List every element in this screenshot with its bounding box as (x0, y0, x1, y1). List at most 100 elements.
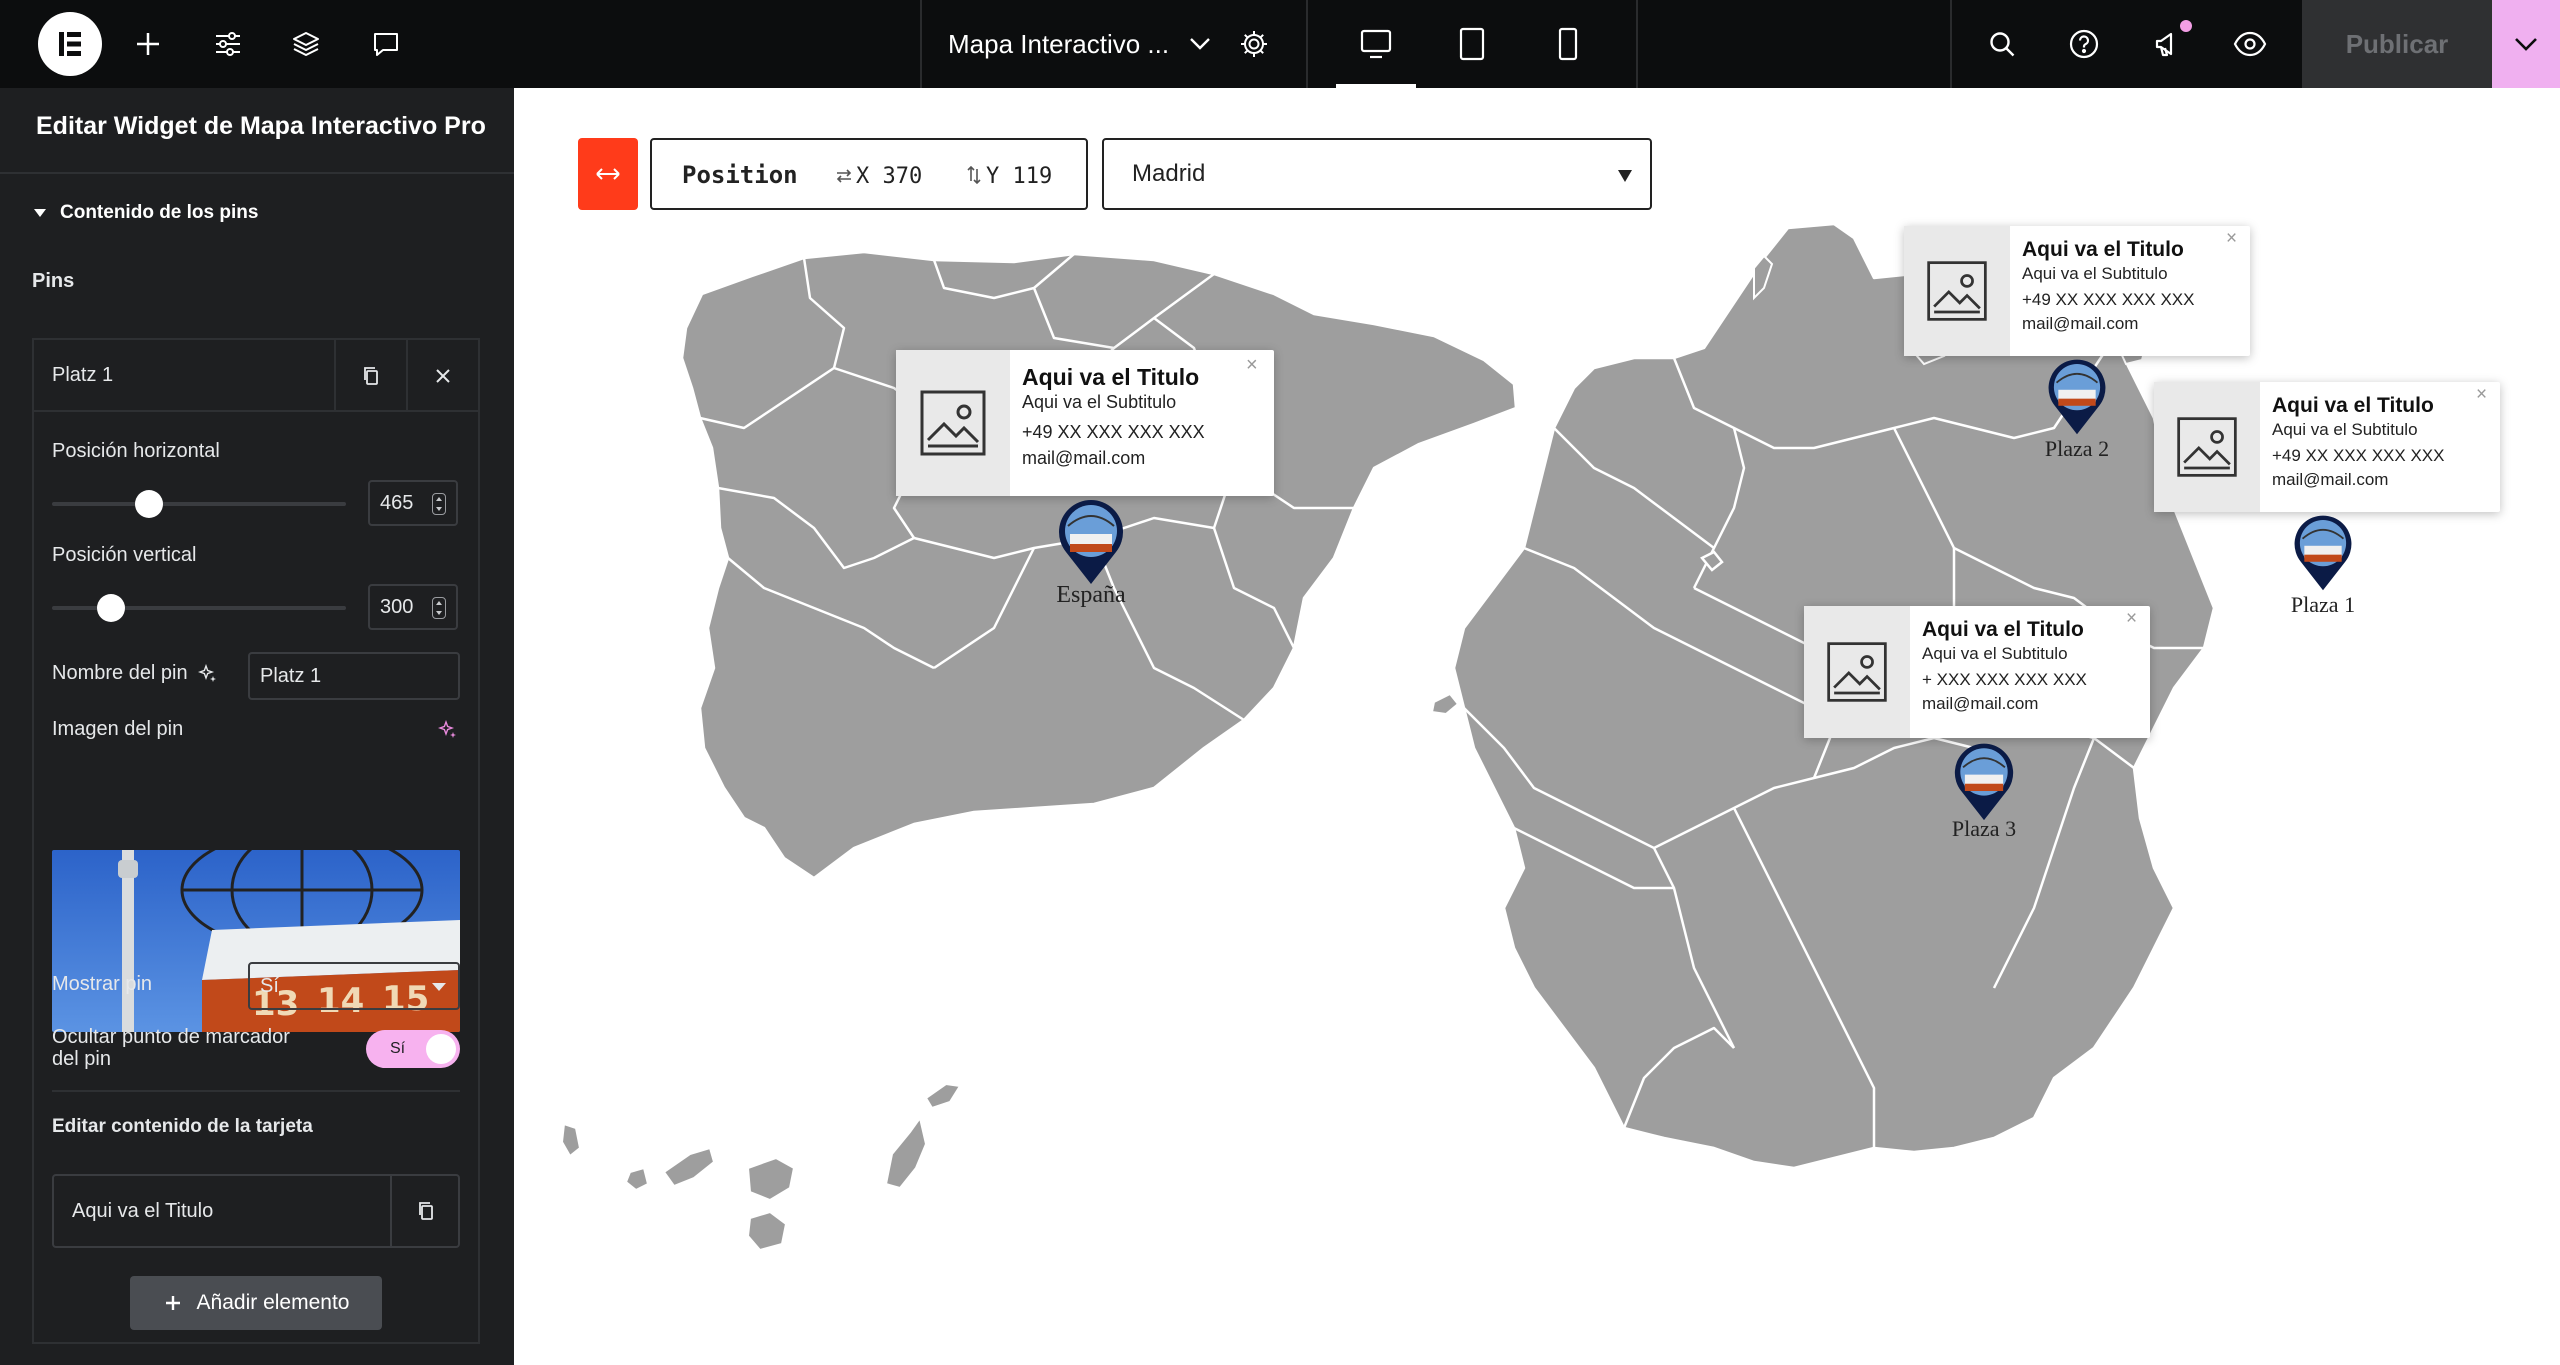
pin-label: Plaza 3 (1951, 816, 2017, 841)
duplicate-icon[interactable] (390, 1176, 460, 1246)
ai-sparkle-icon[interactable] (438, 720, 458, 740)
map-pin-marker[interactable] (2290, 512, 2356, 597)
map-region-canarias[interactable] (560, 1082, 962, 1252)
info-card[interactable]: Aqui va el Titulo Aqui va el Subtitulo +… (2154, 382, 2500, 512)
horizontal-position-label: Posición horizontal (52, 440, 220, 462)
comment-icon[interactable] (364, 0, 408, 88)
info-card[interactable]: Aqui va el Titulo Aqui va el Subtitulo +… (896, 350, 1274, 496)
publish-button[interactable]: Publicar (2302, 0, 2492, 88)
help-icon[interactable] (2062, 0, 2106, 88)
show-pin-value: Sí (260, 974, 279, 997)
hide-marker-label: Ocultar punto de marcador del pin (52, 1026, 290, 1070)
layers-icon[interactable] (284, 0, 328, 88)
desktop-icon[interactable] (1328, 0, 1424, 88)
plus-icon[interactable] (126, 0, 170, 88)
chevron-down-icon (1190, 38, 1210, 50)
top-bar: Mapa Interactivo ... Publicar (0, 0, 2560, 88)
vertical-position-label: Posición vertical (52, 544, 197, 566)
chevron-down-icon (2515, 38, 2537, 51)
toggle-knob (426, 1034, 456, 1064)
horizontal-position-slider[interactable] (52, 502, 346, 506)
card-content-title: Editar contenido de la tarjeta (52, 1116, 313, 1137)
card-email: mail@mail.com (2022, 314, 2139, 333)
close-icon[interactable]: × (2476, 384, 2487, 406)
elementor-logo-icon[interactable] (38, 12, 102, 76)
card-subtitle: Aqui va el Subtitulo (1922, 644, 2068, 663)
divider (920, 0, 922, 88)
vertical-position-value: 300 (380, 595, 414, 618)
hide-marker-toggle[interactable]: Sí (366, 1030, 460, 1068)
close-icon[interactable]: × (2226, 228, 2237, 250)
plus-icon (165, 1296, 180, 1310)
card-phone: +49 XX XXX XXX XXX (2272, 446, 2445, 465)
pin-label: España (1056, 582, 1126, 608)
image-placeholder-icon (896, 350, 1010, 496)
map-pin-icon (1059, 500, 1123, 584)
divider (1306, 0, 1308, 88)
pins-label: Pins (32, 270, 75, 292)
mobile-icon[interactable] (1520, 0, 1616, 88)
divider (1636, 0, 1638, 88)
ai-sparkle-icon[interactable] (198, 664, 218, 684)
card-subtitle: Aqui va el Subtitulo (2272, 420, 2418, 439)
horizontal-position-input[interactable]: 465 (368, 480, 458, 526)
info-card[interactable]: Aqui va el Titulo Aqui va el Subtitulo +… (1804, 606, 2150, 738)
repeater-item-title: Platz 1 (52, 364, 114, 386)
card-email: mail@mail.com (2272, 470, 2389, 489)
document-title-text: Mapa Interactivo ... (948, 28, 1170, 59)
map-pin-marker[interactable] (1054, 496, 1128, 591)
map-pin-marker[interactable] (1950, 740, 2018, 827)
megaphone-icon[interactable] (2146, 0, 2190, 88)
add-element-button[interactable]: Añadir elemento (130, 1276, 382, 1330)
close-icon[interactable]: × (2126, 608, 2137, 630)
pin-label: Plaza 1 (2290, 592, 2356, 617)
add-element-label: Añadir elemento (196, 1291, 350, 1314)
show-pin-select[interactable]: Sí (248, 962, 460, 1010)
card-item[interactable]: Aqui va el Titulo (52, 1174, 460, 1248)
map-pin-icon (2294, 515, 2352, 591)
repeater-item-header[interactable]: Platz 1 (34, 340, 478, 412)
card-title: Aqui va el Titulo (1022, 364, 1200, 390)
publish-options-button[interactable] (2492, 0, 2560, 88)
map-pin-icon (2048, 359, 2106, 435)
map-pin-marker[interactable] (2044, 356, 2110, 441)
interactive-map (560, 222, 2216, 1252)
card-item-title: Aqui va el Titulo (72, 1199, 214, 1222)
settings-gear-icon[interactable] (1232, 0, 1276, 88)
image-placeholder-icon (2154, 382, 2260, 512)
duplicate-icon[interactable] (334, 340, 406, 412)
tablet-icon[interactable] (1424, 0, 1520, 88)
card-phone: +49 XX XXX XXX XXX (2022, 290, 2195, 309)
stepper-icon[interactable] (432, 597, 446, 619)
card-subtitle: Aqui va el Subtitulo (2022, 264, 2168, 283)
divider (1950, 0, 1952, 88)
card-email: mail@mail.com (1022, 448, 1146, 468)
section-toggle-pins-content[interactable]: Contenido de los pins (34, 202, 258, 224)
card-subtitle: Aqui va el Subtitulo (1022, 392, 1177, 412)
divider (52, 1090, 460, 1092)
vertical-position-input[interactable]: 300 (368, 584, 458, 630)
map-region-ibiza[interactable] (1430, 692, 1460, 716)
close-icon[interactable]: × (1246, 354, 1258, 377)
card-title: Aqui va el Titulo (1922, 618, 2084, 641)
eye-icon[interactable] (2228, 0, 2272, 88)
pin-name-value: Platz 1 (260, 664, 322, 687)
vertical-slider-handle[interactable] (96, 594, 125, 622)
editor-sidebar: Editar Widget de Mapa Interactivo Pro Co… (0, 88, 514, 1365)
pin-name-label: Nombre del pin (52, 662, 188, 684)
panel-title: Editar Widget de Mapa Interactivo Pro (36, 112, 486, 140)
show-pin-label: Mostrar pin (52, 973, 153, 995)
pin-name-input[interactable]: Platz 1 (248, 652, 460, 700)
sliders-icon[interactable] (206, 0, 250, 88)
pin-label: Plaza 2 (2044, 436, 2110, 461)
image-placeholder-icon (1904, 226, 2010, 356)
divider (0, 172, 514, 174)
document-title[interactable]: Mapa Interactivo ... (948, 0, 1211, 88)
card-email: mail@mail.com (1922, 694, 2039, 713)
horizontal-slider-handle[interactable] (135, 490, 164, 518)
close-icon[interactable] (406, 340, 478, 412)
search-icon[interactable] (1980, 0, 2024, 88)
stepper-icon[interactable] (432, 493, 446, 515)
info-card[interactable]: Aqui va el Titulo Aqui va el Subtitulo +… (1904, 226, 2250, 356)
pin-image-label: Imagen del pin (52, 718, 184, 740)
